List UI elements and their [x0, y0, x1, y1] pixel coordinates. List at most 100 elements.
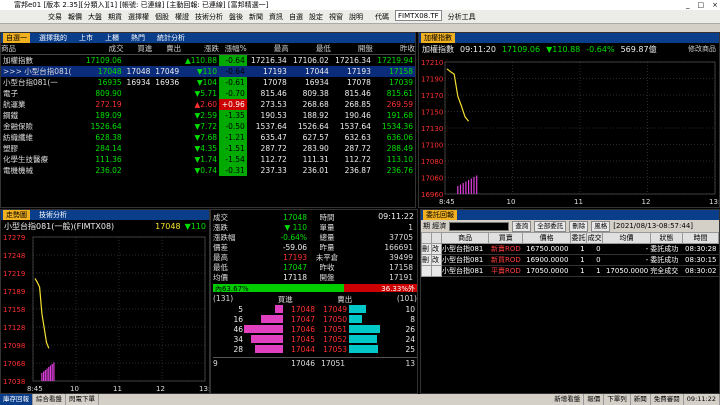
menu-news[interactable]: 新聞	[249, 10, 263, 23]
menu-options[interactable]: 選擇權	[128, 10, 149, 23]
order-cell-a[interactable]: 刪	[421, 243, 432, 255]
col-side[interactable]: 買賣	[488, 232, 524, 244]
status-review[interactable]: 免費審閱	[651, 394, 684, 405]
quote-row[interactable]: 小型台指081(一 16935 16934 16936 ▼104 -0.61 17078 16…	[1, 77, 415, 88]
menu-market[interactable]: 大盤	[88, 10, 102, 23]
bid-price[interactable]: 17047	[283, 315, 315, 324]
quote-tab-mine[interactable]: 選擇我的	[36, 33, 70, 43]
col-price[interactable]: 價格	[522, 232, 571, 244]
symbol-input[interactable]: FIMTX08.TF	[395, 10, 442, 21]
quote-tab-hot[interactable]: 熱門	[128, 33, 148, 43]
bid-price[interactable]: 17048	[283, 305, 315, 314]
order-row[interactable]: 刪改小型台指081 新賣ROD 16750.0000 1 0- 委託成功 08:30:28	[421, 243, 719, 255]
menu-help[interactable]: 說明	[349, 10, 363, 23]
quote-tab-otc[interactable]: 上櫃	[102, 33, 122, 43]
col-status[interactable]: 狀態	[649, 232, 684, 244]
menu-quote[interactable]: 報價	[68, 10, 82, 23]
status-quote[interactable]: 報價	[584, 394, 605, 405]
menu-stocks[interactable]: 個股	[155, 10, 169, 23]
order-cell-a[interactable]: 刪	[421, 254, 432, 266]
minimize-button[interactable]: _	[686, 0, 690, 10]
status-news[interactable]: 新聞	[631, 394, 651, 405]
quote-row[interactable]: 紡織纖維 628.38 ▼7.68 -1.21 635.47 627.57 632.63 63…	[1, 132, 415, 143]
delete-button[interactable]: 刪除	[569, 220, 589, 232]
col-qty[interactable]: 委託	[569, 232, 588, 244]
index-chart-titlebar: 加權指數	[419, 33, 719, 43]
index-chart-title[interactable]: 加權指數	[421, 33, 455, 43]
quote-cell-high: 17193	[246, 66, 289, 77]
col-item[interactable]: 商品	[440, 232, 490, 244]
col-bid[interactable]: 買進	[123, 43, 153, 55]
tab-trend[interactable]: 走勢圖	[3, 210, 30, 220]
quote-tab-listed[interactable]: 上市	[76, 33, 96, 43]
status-add-view[interactable]: 新增看盤	[551, 394, 585, 405]
quote-row[interactable]: 電機機械 236.02 ▼0.74 -0.31 237.33 236.01 236.87 23…	[1, 165, 415, 176]
ask-price[interactable]: 17051	[315, 325, 347, 334]
order-cell-b[interactable]: 改	[431, 243, 442, 255]
order-cell-a[interactable]	[421, 265, 432, 277]
bid-price[interactable]: 17046	[283, 325, 315, 334]
quote-row[interactable]: 金融保險 1526.64 ▼7.72 -0.50 1537.64 1526.64 1537.…	[1, 121, 415, 132]
maximize-button[interactable]: □	[698, 0, 705, 10]
quote-cell-last: 16935	[97, 78, 122, 87]
ask-bar	[347, 345, 387, 353]
col-high[interactable]: 最高	[246, 43, 289, 55]
status-tab-positions[interactable]: 庫存回報	[0, 394, 33, 405]
menu-settings[interactable]: 設定	[309, 10, 323, 23]
col-filled[interactable]: 成交	[586, 232, 604, 244]
ask-bar	[347, 305, 387, 313]
ask-price[interactable]: 17050	[315, 315, 347, 324]
analysis-tools-button[interactable]: 分析工具	[448, 10, 476, 23]
col-open[interactable]: 開盤	[330, 43, 373, 55]
order-cell-b[interactable]	[431, 265, 442, 277]
quote-row[interactable]: 化學生技醫療 111.36 ▼1.74 -1.54 112.72 111.31 112.72…	[1, 154, 415, 165]
col-avg[interactable]: 均價	[602, 232, 651, 244]
bid-price[interactable]: 17044	[283, 345, 315, 354]
quote-row[interactable]: 航運業 272.19 ▲2.60 +0.96 273.53 268.68 268.85 269…	[1, 99, 415, 110]
menu-futures[interactable]: 期貨	[108, 10, 122, 23]
status-order-bar[interactable]: 下單列	[604, 394, 631, 405]
quote-panel-title[interactable]: 自選一	[3, 33, 30, 43]
col-change[interactable]: 漲跌	[181, 43, 219, 55]
tab-technical[interactable]: 技術分析	[36, 210, 70, 220]
col-last[interactable]: 成交	[81, 43, 124, 55]
menu-window[interactable]: 視窗	[329, 10, 343, 23]
quote-row[interactable]: 塑膠 284.14 ▼4.35 -1.51 287.72 283.90 287.72 288.…	[1, 143, 415, 154]
quote-row[interactable]: 電子 809.90 ▼5.71 -0.70 815.46 809.38 815.46 815.…	[1, 88, 415, 99]
quote-cell-prev: 1534.36	[381, 122, 413, 131]
close-button[interactable]: ×	[712, 0, 718, 10]
col-low[interactable]: 最低	[288, 43, 331, 55]
ask-price[interactable]: 17053	[315, 345, 347, 354]
symbol-search-label: 代碼	[375, 13, 389, 21]
col-prev[interactable]: 昨收	[372, 43, 415, 55]
status-tab-overview[interactable]: 綜合看盤	[33, 394, 66, 405]
col-name[interactable]: 商品	[1, 43, 82, 55]
book-total-left: 9	[213, 359, 218, 368]
quote-row[interactable]: >>> 小型台指081(17048 17048 17049 ▼110 -0.64 1719…	[1, 66, 415, 77]
col-ask[interactable]: 賣出	[152, 43, 182, 55]
status-tab-lightning[interactable]: 閃電下單	[66, 394, 99, 405]
bid-price[interactable]: 17045	[283, 335, 315, 344]
order-cell-b[interactable]: 改	[431, 254, 442, 266]
filter-select[interactable]: 全部委託	[534, 220, 567, 232]
menu-warrants[interactable]: 權證	[175, 10, 189, 23]
orders-title[interactable]: 委託回報	[423, 210, 457, 220]
order-row[interactable]: 刪改小型台指081 新買ROD 16900.0000 1 0- 委託成功 08:30:15	[421, 254, 719, 266]
query-button[interactable]: 查詢	[512, 220, 532, 232]
quote-row[interactable]: 加權指數 17109.06 ▲110.88 -0.64 17216.34 17106.02…	[1, 54, 415, 66]
menu-trade[interactable]: 交易	[48, 10, 62, 23]
col-pct[interactable]: 漲幅%	[218, 43, 247, 55]
quote-tab-stats[interactable]: 統計分析	[154, 33, 188, 43]
ask-price[interactable]: 17052	[315, 335, 347, 344]
menu-info[interactable]: 資訊	[269, 10, 283, 23]
account-select[interactable]	[449, 221, 510, 231]
menu-technical[interactable]: 技術分析	[195, 10, 223, 23]
order-row[interactable]: 小型台指081 平賣ROD 17050.0000 1 1 17050.0000 完全成交 08…	[421, 265, 719, 277]
col-time[interactable]: 時間	[682, 232, 719, 244]
menu-watchlist[interactable]: 自選	[289, 10, 303, 23]
menu-after-hours[interactable]: 盤後	[229, 10, 243, 23]
quote-row[interactable]: 鋼鐵 189.09 ▼2.59 -1.35 190.53 188.92 190.46 191.…	[1, 110, 415, 121]
style-button[interactable]: 風格	[591, 220, 611, 232]
modify-symbol-link[interactable]: 修改商品	[688, 44, 716, 54]
ask-price[interactable]: 17049	[315, 305, 347, 314]
